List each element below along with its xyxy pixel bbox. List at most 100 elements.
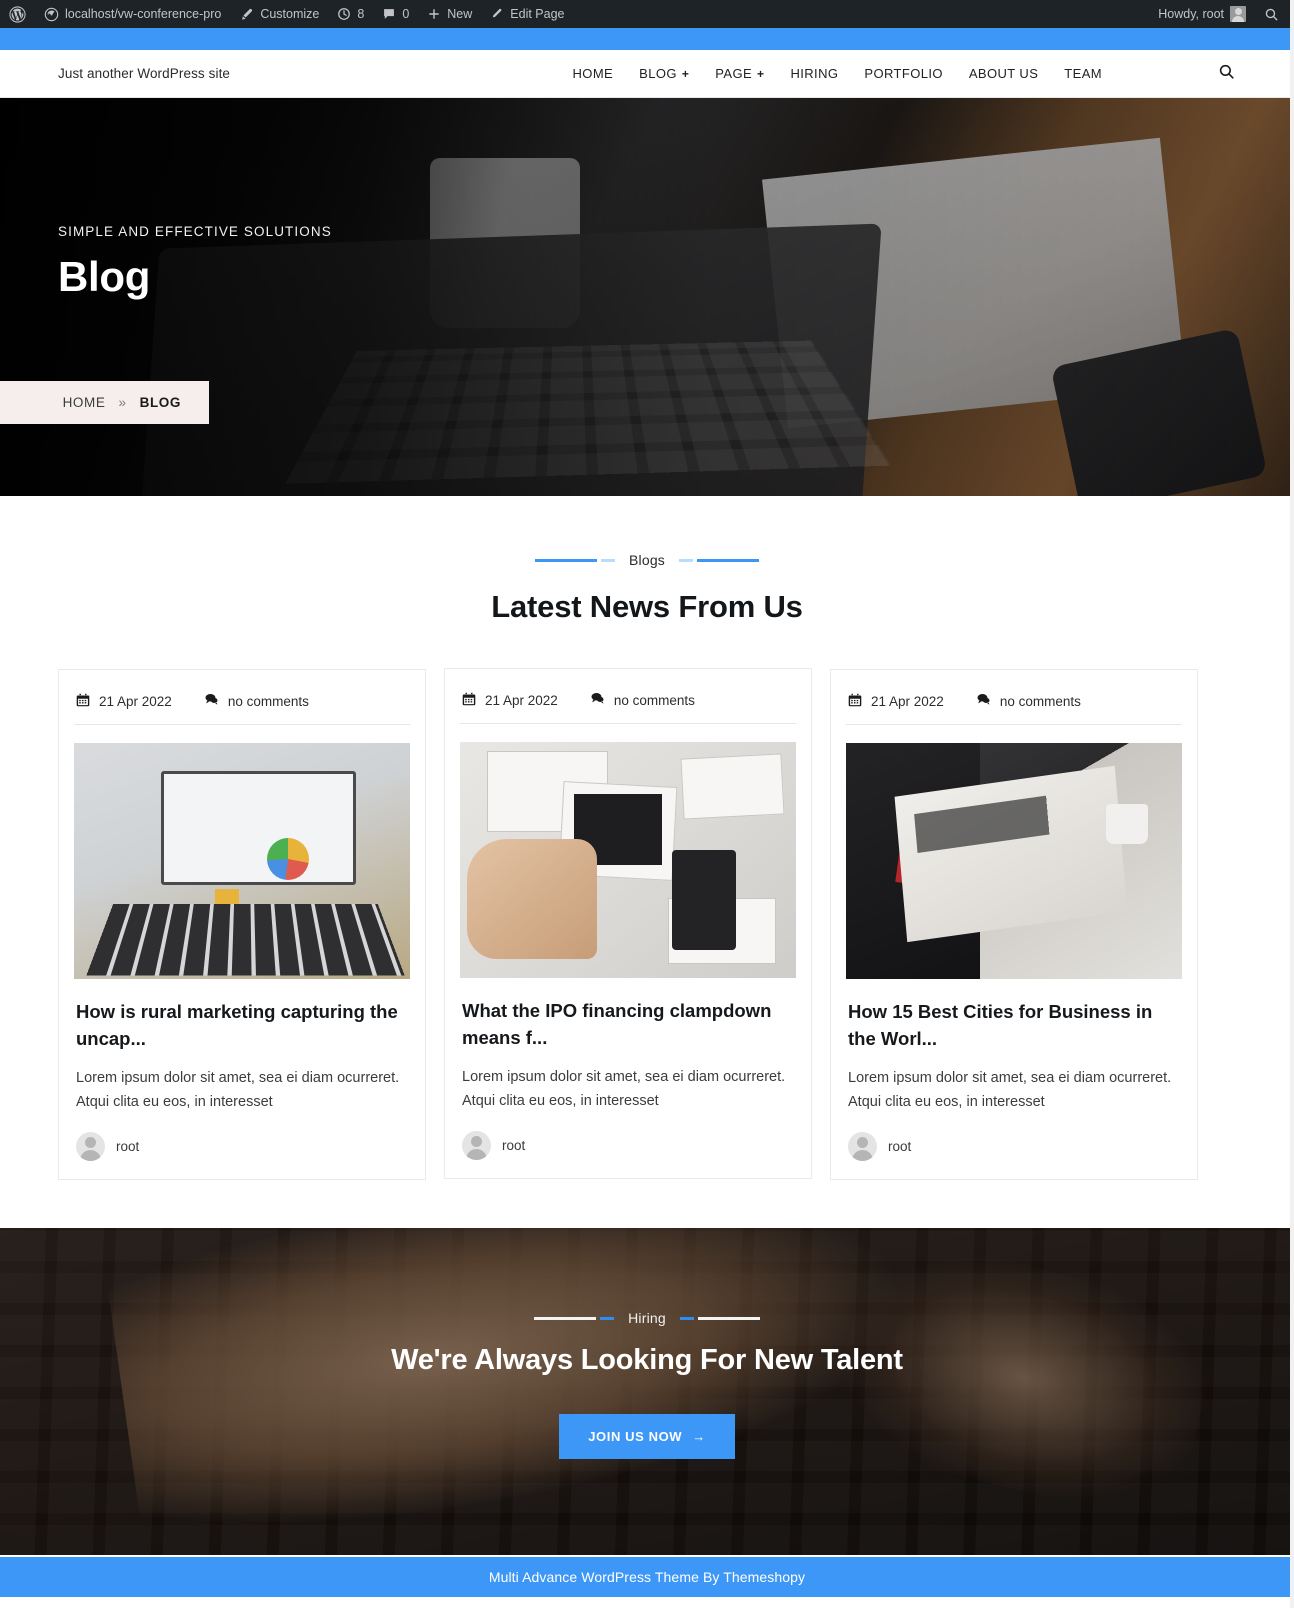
post-comments-label: no comments	[999, 693, 1081, 709]
post-thumbnail[interactable]	[846, 743, 1182, 979]
post-meta: 21 Apr 2022 no comments	[846, 686, 1182, 725]
dashboard-home-icon	[44, 7, 59, 22]
blog-card-grid: 21 Apr 2022 no comments How is rural mar…	[58, 668, 1236, 1181]
post-title[interactable]: How is rural marketing capturing the unc…	[74, 999, 410, 1053]
paintbrush-icon	[239, 7, 254, 22]
accent-strip	[0, 28, 1294, 50]
section-heading: Latest News From Us	[491, 589, 803, 624]
customize-link[interactable]: Customize	[230, 0, 328, 28]
nav-label: PAGE	[715, 66, 753, 81]
footer-credit: Multi Advance WordPress Theme By Themesh…	[488, 1569, 806, 1586]
post-title[interactable]: What the IPO financing clampdown means f…	[460, 998, 796, 1052]
new-label: New	[447, 7, 473, 21]
post-author: root	[74, 1132, 410, 1162]
howdy-label: Howdy, root	[1158, 7, 1224, 21]
hiring-content: Hiring We're Always Looking For New Tale…	[0, 1228, 1294, 1460]
divider-left	[534, 1316, 615, 1320]
post-comments-label: no comments	[227, 693, 309, 709]
post-date-label: 21 Apr 2022	[871, 693, 944, 709]
post-thumbnail[interactable]	[460, 742, 796, 978]
edit-page-label: Edit Page	[510, 7, 565, 21]
nav-label: HIRING	[790, 66, 839, 81]
wp-logo-menu[interactable]	[0, 0, 35, 28]
avatar	[462, 1131, 491, 1161]
post-date[interactable]: 21 Apr 2022	[76, 693, 172, 710]
primary-navigation: HOME BLOG + PAGE + HIRING PORTFOLIO ABOU…	[573, 64, 1236, 84]
post-date[interactable]: 21 Apr 2022	[848, 693, 944, 710]
post-date-label: 21 Apr 2022	[485, 692, 558, 708]
hiring-cta-section: Hiring We're Always Looking For New Tale…	[0, 1228, 1294, 1556]
post-meta: 21 Apr 2022 no comments	[460, 685, 796, 724]
post-author-name[interactable]: root	[502, 1138, 525, 1153]
post-date[interactable]: 21 Apr 2022	[462, 692, 558, 709]
avatar	[1230, 6, 1246, 22]
nav-item-team[interactable]: TEAM	[1064, 66, 1102, 81]
breadcrumb: HOME » BLOG	[0, 381, 209, 424]
post-meta: 21 Apr 2022 no comments	[74, 686, 410, 725]
latest-news-section: Blogs Latest News From Us 21 Apr 2022 no…	[0, 496, 1294, 1229]
join-us-now-button[interactable]: JOIN US NOW →	[559, 1414, 735, 1460]
search-icon	[1218, 63, 1235, 85]
post-title[interactable]: How 15 Best Cities for Business in the W…	[846, 999, 1182, 1053]
post-comments[interactable]: no comments	[976, 692, 1081, 710]
post-excerpt: Lorem ipsum dolor sit amet, sea ei diam …	[848, 1069, 1172, 1110]
blog-card[interactable]: 21 Apr 2022 no comments How 15 Best Citi…	[830, 669, 1198, 1181]
nav-label: BLOG	[639, 66, 677, 81]
blog-card[interactable]: 21 Apr 2022 no comments What the IPO fin…	[444, 668, 812, 1180]
new-content-link[interactable]: New	[418, 0, 481, 28]
header-search-button[interactable]	[1216, 64, 1236, 84]
nav-label: PORTFOLIO	[864, 66, 943, 81]
nav-item-portfolio[interactable]: PORTFOLIO	[864, 66, 942, 81]
updates-link[interactable]: 8	[328, 0, 373, 28]
hero-subtitle: SIMPLE AND EFFECTIVE SOLUTIONS	[58, 224, 332, 239]
comments-link[interactable]: 0	[373, 0, 418, 28]
nav-item-page[interactable]: PAGE +	[715, 66, 764, 81]
divider-right	[679, 558, 760, 562]
site-header: Just another WordPress site HOME BLOG + …	[0, 50, 1294, 98]
nav-item-blog[interactable]: BLOG +	[639, 66, 689, 81]
comment-bubble-icon	[382, 7, 396, 21]
nav-item-hiring[interactable]: HIRING	[790, 66, 838, 81]
post-author-name[interactable]: root	[888, 1139, 911, 1154]
post-author-name[interactable]: root	[116, 1139, 139, 1154]
post-author: root	[460, 1131, 796, 1161]
section-eyebrow: Blogs	[0, 552, 1294, 568]
post-comments[interactable]: no comments	[590, 691, 695, 709]
breadcrumb-home-link[interactable]: HOME	[63, 395, 106, 410]
divider-left	[534, 558, 615, 562]
chevron-down-icon: +	[681, 66, 690, 81]
site-name-menu[interactable]: localhost/vw-conference-pro	[35, 0, 230, 28]
post-excerpt: Lorem ipsum dolor sit amet, sea ei diam …	[76, 1069, 400, 1110]
post-thumbnail[interactable]	[74, 743, 410, 979]
page-hero-banner: SIMPLE AND EFFECTIVE SOLUTIONS Blog HOME…	[0, 98, 1294, 496]
nav-item-about-us[interactable]: ABOUT US	[969, 66, 1038, 81]
my-account-menu[interactable]: Howdy, root	[1149, 0, 1255, 28]
calendar-icon	[848, 693, 862, 710]
hiring-eyebrow: Hiring	[0, 1310, 1294, 1326]
admin-bar-search-button[interactable]	[1255, 0, 1288, 28]
wp-admin-bar[interactable]: localhost/vw-conference-pro Customize 8 …	[0, 0, 1294, 28]
post-author: root	[846, 1132, 1182, 1162]
edit-page-link[interactable]: Edit Page	[481, 0, 573, 28]
customize-label: Customize	[260, 7, 320, 21]
admin-bar-right: Howdy, root	[1149, 0, 1288, 28]
nav-label: HOME	[572, 66, 614, 81]
post-comments[interactable]: no comments	[204, 692, 309, 710]
hiring-eyebrow-label: Hiring	[628, 1310, 666, 1327]
blog-card[interactable]: 21 Apr 2022 no comments How is rural mar…	[58, 669, 426, 1181]
pencil-icon	[490, 7, 504, 21]
avatar	[848, 1132, 877, 1162]
nav-item-home[interactable]: HOME	[573, 66, 614, 81]
avatar	[76, 1132, 105, 1162]
search-icon	[1264, 7, 1279, 22]
comment-bubble-icon	[590, 691, 605, 709]
page-scrollbar[interactable]	[1290, 0, 1294, 1608]
comments-count: 0	[402, 7, 410, 21]
chevron-down-icon: +	[757, 66, 765, 81]
updates-count: 8	[357, 7, 365, 21]
post-comments-label: no comments	[613, 692, 695, 708]
site-tagline: Just another WordPress site	[58, 66, 231, 81]
post-excerpt: Lorem ipsum dolor sit amet, sea ei diam …	[462, 1068, 786, 1109]
site-name-label: localhost/vw-conference-pro	[65, 7, 222, 21]
updates-icon	[337, 7, 351, 21]
